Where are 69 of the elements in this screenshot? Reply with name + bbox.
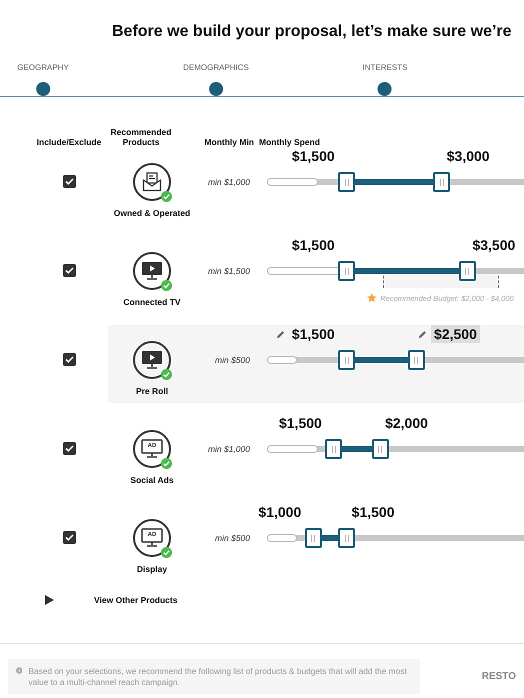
- monitor-play-icon: [141, 261, 163, 281]
- spend-value[interactable]: $1,500: [288, 147, 338, 165]
- checkbox[interactable]: [63, 264, 76, 277]
- step-dot[interactable]: [36, 82, 50, 96]
- step-label[interactable]: DEMOGRAPHICS: [183, 63, 249, 72]
- slider-thumb[interactable]: [408, 350, 425, 370]
- info-text: Based on your selections, we recommend the following list of products & budgets that will add the most value to a multi-channel reach campaign.: [28, 666, 408, 687]
- spend-value[interactable]: $3,500: [469, 236, 518, 254]
- monthly-min: min $500: [214, 533, 251, 545]
- monthly-min: min $500: [214, 355, 251, 367]
- spend-value[interactable]: $1,500: [288, 236, 338, 254]
- product-name: Owned & Operated: [114, 208, 190, 218]
- checkbox[interactable]: [63, 353, 76, 366]
- step-dot[interactable]: [378, 82, 392, 96]
- spend-value[interactable]: $2,500: [431, 325, 480, 343]
- slider-thumb[interactable]: [458, 261, 476, 281]
- column-header: Recommended Products: [110, 127, 172, 147]
- slider-track[interactable]: [267, 528, 524, 548]
- monitor-icon: [141, 439, 163, 459]
- slider-track[interactable]: [267, 439, 524, 459]
- slider-track[interactable]: [267, 261, 524, 281]
- envelope-icon: [142, 172, 162, 192]
- checkbox[interactable]: [63, 531, 76, 544]
- pencil-icon[interactable]: [418, 330, 428, 338]
- star-icon: [367, 293, 378, 303]
- check-icon: [161, 547, 172, 558]
- caret-right-icon[interactable]: [44, 595, 54, 605]
- slider-thumb[interactable]: [338, 261, 356, 281]
- check-icon: [161, 369, 172, 380]
- product-name: Social Ads: [130, 475, 174, 485]
- checkbox[interactable]: [63, 442, 76, 455]
- product-name: Display: [136, 564, 168, 574]
- slider-track[interactable]: [267, 350, 524, 370]
- spend-value[interactable]: $1,000: [255, 503, 304, 521]
- monthly-min: min $1,500: [206, 266, 251, 278]
- spend-value[interactable]: $3,000: [444, 147, 493, 165]
- slider-thumb[interactable]: [304, 528, 322, 548]
- slider-thumb[interactable]: [325, 439, 342, 459]
- slider-thumb[interactable]: [338, 528, 356, 548]
- spend-value[interactable]: $1,500: [288, 325, 338, 343]
- check-icon: [161, 191, 172, 202]
- pencil-icon[interactable]: [276, 330, 285, 338]
- slider-track[interactable]: [267, 172, 524, 192]
- monitor-play-icon: [141, 350, 163, 370]
- spend-value[interactable]: $1,500: [348, 503, 398, 521]
- monthly-min: min $1,000: [206, 444, 251, 456]
- monitor-icon: [141, 528, 163, 548]
- column-header: Monthly Min: [204, 137, 254, 147]
- monthly-min: min $1,000: [206, 177, 251, 189]
- slider-thumb[interactable]: [433, 172, 450, 192]
- step-dot[interactable]: [209, 82, 223, 96]
- slider-thumb[interactable]: [372, 439, 389, 459]
- slider-thumb[interactable]: [338, 350, 356, 370]
- check-icon: [161, 458, 172, 469]
- view-other-products[interactable]: View Other Products: [94, 595, 178, 605]
- spend-value[interactable]: $2,000: [382, 414, 431, 432]
- column-header: Include/Exclude: [36, 137, 102, 147]
- step-label[interactable]: GEOGRAPHY: [17, 63, 69, 72]
- spend-value[interactable]: $1,500: [276, 414, 325, 432]
- step-label[interactable]: INTERESTS: [362, 63, 408, 72]
- column-header: Monthly Spend: [258, 137, 321, 147]
- check-icon: [161, 280, 172, 291]
- product-name: Pre Roll: [136, 386, 168, 396]
- info-icon: [16, 666, 22, 675]
- product-name: Connected TV: [123, 297, 181, 307]
- slider-thumb[interactable]: [338, 172, 356, 192]
- page-title: Before we build your proposal, let’s make sure we’re: [111, 22, 513, 41]
- restore-button[interactable]: RESTO: [476, 670, 522, 683]
- checkbox[interactable]: [63, 175, 76, 188]
